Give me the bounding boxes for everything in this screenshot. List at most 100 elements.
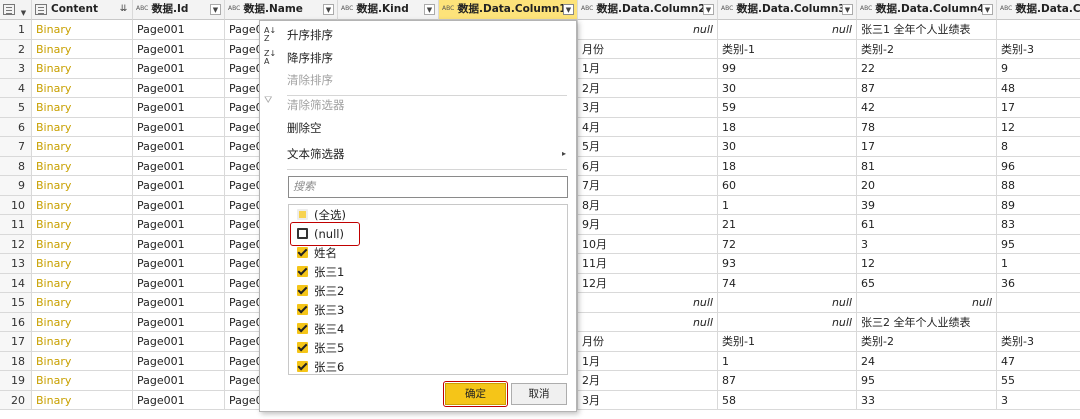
row-number[interactable]: 10 [0,195,32,215]
column2-cell[interactable]: 8月 [578,195,718,215]
column2-cell[interactable]: 1月 [578,59,718,79]
column2-cell[interactable]: 3月 [578,98,718,118]
row-number[interactable]: 11 [0,215,32,235]
content-cell[interactable]: Binary [32,371,133,391]
filter-value-item[interactable]: 张三1 [297,263,344,282]
column4-cell[interactable]: 24 [857,351,997,371]
content-cell[interactable]: Binary [32,195,133,215]
checkbox[interactable] [297,361,308,372]
clear-filter-item[interactable]: ⛛ 清除筛选器 [260,94,576,116]
id-cell[interactable]: Page001 [133,98,225,118]
id-cell[interactable]: Page001 [133,273,225,293]
row-number[interactable]: 4 [0,78,32,98]
column5-cell[interactable]: 36 [997,274,1080,293]
id-cell[interactable]: Page001 [133,195,225,215]
column4-cell[interactable]: 78 [857,117,997,137]
content-cell[interactable]: Binary [32,39,133,59]
id-cell[interactable]: Page001 [133,234,225,254]
column5-cell[interactable]: 17 [997,98,1080,118]
content-cell[interactable]: Binary [32,273,133,293]
filter-value-item[interactable]: 姓名 [297,244,337,263]
row-number[interactable]: 12 [0,234,32,254]
column2-cell[interactable]: null [578,20,718,40]
id-cell[interactable]: Page001 [133,39,225,59]
content-cell[interactable]: Binary [32,215,133,235]
content-cell[interactable]: Binary [32,98,133,118]
column4-cell[interactable]: 39 [857,195,997,215]
column5-cell[interactable] [997,293,1080,313]
column5-cell[interactable]: 9 [997,59,1080,79]
column3-cell[interactable]: 1 [718,195,857,215]
column2-cell[interactable]: 12月 [578,273,718,293]
column5-cell[interactable]: 55 [997,371,1080,391]
row-number[interactable]: 2 [0,39,32,59]
column-header-column3[interactable]: ABC 123数据.Data.Column3 ▼ [718,0,857,20]
text-filters-item[interactable]: 文本筛选器 ▸ [260,143,576,165]
column-header-column1[interactable]: ABC 123数据.Data.Column1 ▼ [439,0,578,20]
column4-cell[interactable]: 20 [857,176,997,196]
id-cell[interactable]: Page001 [133,59,225,79]
column3-cell[interactable]: 18 [718,156,857,176]
column4-cell[interactable]: 张三2 全年个人业绩表 [857,312,997,332]
content-cell[interactable]: Binary [32,312,133,332]
content-cell[interactable]: Binary [32,117,133,137]
column2-cell[interactable]: 4月 [578,117,718,137]
column3-cell[interactable]: 59 [718,98,857,118]
content-cell[interactable]: Binary [32,254,133,274]
table-menu-header[interactable]: ▼ [0,0,32,20]
column5-cell[interactable]: 96 [997,157,1080,176]
column3-cell[interactable]: 类别-1 [718,332,857,352]
id-cell[interactable]: Page001 [133,351,225,371]
column2-cell[interactable]: 月份 [578,39,718,59]
column3-cell[interactable]: 21 [718,215,857,235]
column3-cell[interactable]: 93 [718,254,857,274]
column4-cell[interactable]: 61 [857,215,997,235]
row-number[interactable]: 17 [0,332,32,352]
id-cell[interactable]: Page001 [133,176,225,196]
column2-cell[interactable]: null [578,293,718,313]
row-number[interactable]: 9 [0,176,32,196]
checkbox[interactable] [297,266,308,277]
column3-cell[interactable]: null [718,312,857,332]
column2-cell[interactable]: 1月 [578,351,718,371]
content-cell[interactable]: Binary [32,390,133,410]
column5-cell[interactable]: 83 [997,215,1080,235]
sort-icon[interactable]: ⇊ [118,4,129,15]
column3-cell[interactable]: 72 [718,234,857,254]
column4-cell[interactable]: 22 [857,59,997,79]
column5-cell[interactable]: 48 [997,79,1080,98]
id-cell[interactable]: Page001 [133,293,225,313]
id-cell[interactable]: Page001 [133,390,225,410]
checkbox[interactable] [297,304,308,315]
row-number[interactable]: 8 [0,156,32,176]
row-number[interactable]: 13 [0,254,32,274]
column3-cell[interactable]: 30 [718,137,857,157]
column5-cell[interactable]: 类别-3 [997,332,1080,352]
column2-cell[interactable]: 6月 [578,156,718,176]
column4-cell[interactable]: 12 [857,254,997,274]
filter-dropdown-icon[interactable]: ▼ [323,4,334,15]
column4-cell[interactable]: 3 [857,234,997,254]
id-cell[interactable]: Page001 [133,312,225,332]
column4-cell[interactable]: 张三1 全年个人业绩表 [857,20,997,40]
column4-cell[interactable]: 17 [857,137,997,157]
id-cell[interactable]: Page001 [133,117,225,137]
filter-value-item[interactable]: 张三2 [297,282,344,301]
column2-cell[interactable]: 5月 [578,137,718,157]
column-header-column2[interactable]: ABC 123数据.Data.Column2 ▼ [578,0,718,20]
clear-sort-item[interactable]: 清除排序 [260,69,576,91]
column3-cell[interactable]: 58 [718,390,857,410]
column3-cell[interactable]: 30 [718,78,857,98]
filter-dropdown-icon[interactable]: ▼ [703,4,714,15]
content-cell[interactable]: Binary [32,78,133,98]
row-number[interactable]: 3 [0,59,32,79]
column3-cell[interactable]: 99 [718,59,857,79]
column2-cell[interactable]: 2月 [578,78,718,98]
filter-dropdown-icon[interactable]: ▼ [842,4,853,15]
id-cell[interactable]: Page001 [133,20,225,40]
column-header-kind[interactable]: ABC 123数据.Kind ▼ [338,0,439,20]
column5-cell[interactable]: 47 [997,352,1080,371]
row-number[interactable]: 16 [0,312,32,332]
column5-cell[interactable]: 3 [997,391,1080,410]
column4-cell[interactable]: 42 [857,98,997,118]
